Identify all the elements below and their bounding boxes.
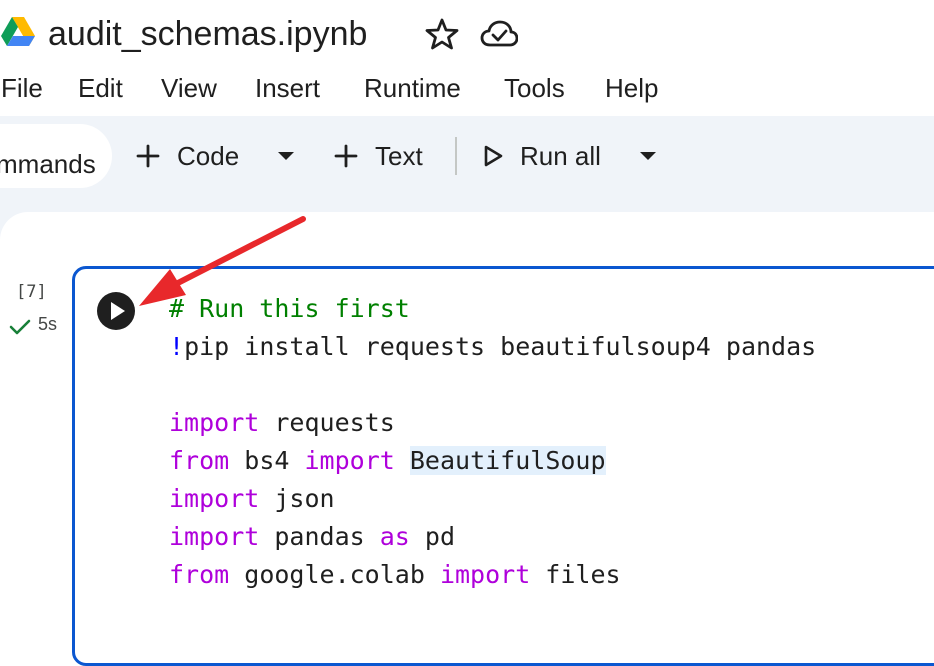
notebook-title[interactable]: audit_schemas.ipynb (48, 10, 367, 58)
code-token: import (439, 560, 531, 589)
menu-insert[interactable]: Insert (255, 68, 320, 108)
code-token: google.colab (229, 560, 440, 589)
caret-down-icon (640, 152, 656, 160)
commands-button[interactable]: mmands (0, 124, 112, 188)
code-line: import requests (169, 404, 816, 442)
run-cell-button[interactable] (97, 292, 135, 330)
code-line: from bs4 import BeautifulSoup (169, 442, 816, 480)
code-editor[interactable]: # Run this first !pip install requests be… (169, 290, 816, 594)
play-icon (111, 302, 125, 320)
menu-help[interactable]: Help (605, 68, 658, 108)
add-code-button[interactable]: Code (135, 136, 239, 176)
code-token: pd (409, 522, 455, 551)
code-line: !pip install requests beautifulsoup4 pan… (169, 328, 816, 366)
execution-count: [7] (16, 282, 47, 302)
code-token: requests (259, 408, 395, 437)
code-line: from google.colab import files (169, 556, 816, 594)
add-text-button[interactable]: Text (333, 136, 423, 176)
code-token: import (169, 484, 260, 513)
plus-icon (136, 144, 160, 168)
code-token: import (169, 522, 260, 551)
run-all-dropdown-button[interactable] (638, 136, 658, 176)
code-line: import json (169, 480, 816, 518)
code-token: bs4 (229, 446, 305, 475)
code-token: # Run this first (169, 294, 410, 323)
code-dropdown-button[interactable] (276, 136, 296, 176)
toolbar: mmands Code Text Run all (0, 116, 934, 196)
run-all-button[interactable]: Run all (482, 136, 601, 176)
code-token: from (169, 446, 230, 475)
code-token: from (169, 560, 230, 589)
code-token: BeautifulSoup (409, 446, 606, 475)
plus-icon (334, 144, 358, 168)
code-token: ! (169, 332, 185, 361)
code-token: files (530, 560, 621, 589)
menu-view[interactable]: View (161, 68, 217, 108)
execution-duration: 5s (38, 314, 58, 334)
run-all-label: Run all (520, 140, 601, 171)
add-text-label: Text (375, 140, 423, 171)
code-line: import pandas as pd (169, 518, 816, 556)
code-token: import (169, 408, 260, 437)
play-outline-icon (484, 145, 503, 167)
code-token: as (379, 522, 410, 551)
code-token: json (259, 484, 335, 513)
code-line: # Run this first (169, 290, 816, 328)
code-token: pip install requests beautifulsoup4 pand… (184, 332, 817, 361)
code-token: import (304, 446, 395, 475)
menu-tools[interactable]: Tools (504, 68, 565, 108)
menu-file[interactable]: File (1, 68, 43, 108)
check-icon (9, 319, 31, 335)
commands-label: mmands (0, 149, 96, 179)
star-outline-icon[interactable] (425, 17, 459, 51)
cloud-saved-icon[interactable] (480, 17, 518, 51)
add-code-label: Code (177, 140, 240, 171)
menu-runtime[interactable]: Runtime (364, 68, 461, 108)
caret-down-icon (278, 152, 294, 160)
toolbar-divider (455, 137, 457, 175)
code-token: pandas (259, 522, 380, 551)
google-drive-logo[interactable] (1, 17, 35, 47)
menu-edit[interactable]: Edit (78, 68, 123, 108)
